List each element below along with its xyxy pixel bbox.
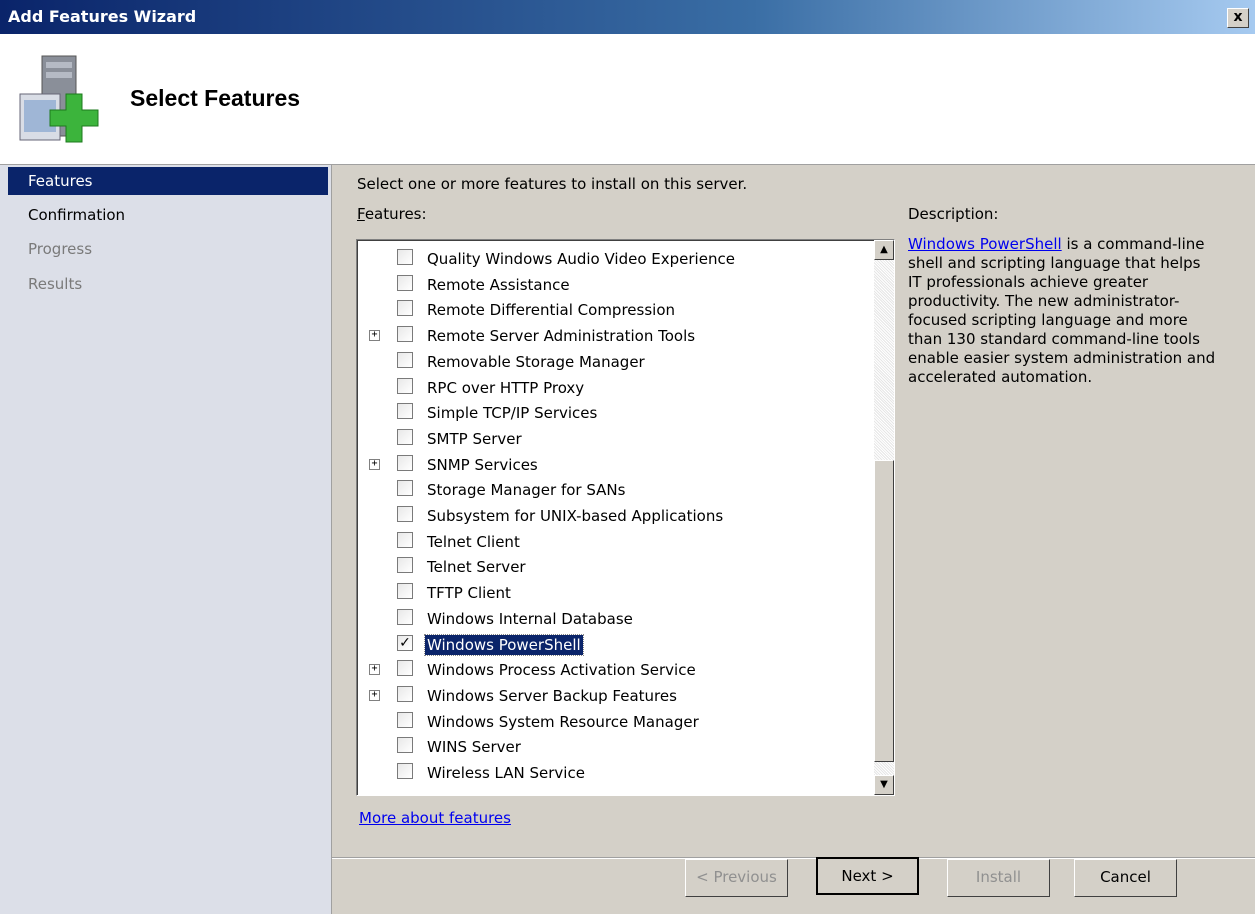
feature-label: Windows System Resource Manager [427, 712, 699, 731]
feature-checkbox[interactable] [397, 583, 413, 600]
title-bar: Add Features Wizard x [0, 0, 1255, 34]
feature-row[interactable]: Telnet Server [357, 554, 872, 580]
feature-label: Windows Internal Database [427, 609, 633, 628]
feature-row[interactable]: SMTP Server [357, 426, 872, 452]
feature-label: Telnet Server [427, 558, 526, 577]
nav-item-features[interactable]: Features [8, 167, 328, 195]
feature-label: Storage Manager for SANs [427, 481, 626, 500]
feature-label: Telnet Client [427, 532, 520, 551]
feature-label: Windows Server Backup Features [427, 686, 677, 705]
page-title: Select Features [130, 85, 301, 111]
feature-label: Remote Differential Compression [427, 301, 676, 320]
features-label: Features: [357, 205, 427, 223]
next-button[interactable]: Next > [816, 857, 919, 895]
previous-button[interactable]: < Previous [685, 859, 788, 897]
feature-label: Windows PowerShell [424, 633, 584, 656]
feature-checkbox[interactable] [397, 711, 413, 728]
feature-label: Remote Assistance [427, 275, 570, 294]
description-body: is a command-line shell and scripting la… [908, 235, 1216, 386]
feature-label: Wireless LAN Service [427, 764, 585, 782]
feature-checkbox[interactable] [397, 428, 413, 445]
feature-row[interactable]: + Windows Process Activation Service [357, 657, 872, 683]
feature-checkbox[interactable] [397, 763, 413, 779]
description-label: Description: [908, 205, 999, 223]
instruction-text: Select one or more features to install o… [357, 175, 748, 193]
feature-row[interactable]: + Remote Server Administration Tools [357, 323, 872, 349]
more-about-features-link[interactable]: More about features [359, 809, 511, 827]
scroll-up-button[interactable]: ▲ [874, 240, 894, 260]
features-list[interactable]: Wireless LAN Service WINS Server Windows S… [356, 239, 895, 796]
cancel-button[interactable]: Cancel [1074, 859, 1177, 897]
scroll-down-button[interactable]: ▼ [874, 775, 894, 795]
feature-checkbox[interactable] [397, 737, 413, 754]
feature-row[interactable]: WINS Server [357, 734, 872, 760]
feature-row[interactable]: Windows System Resource Manager [357, 709, 872, 735]
feature-label: Quality Windows Audio Video Experience [427, 250, 735, 268]
feature-checkbox[interactable] [397, 300, 413, 317]
feature-label: Windows Process Activation Service [427, 661, 696, 680]
feature-checkbox[interactable] [397, 480, 413, 497]
feature-row[interactable]: Subsystem for UNIX-based Applications [357, 503, 872, 529]
feature-row[interactable]: RPC over HTTP Proxy [357, 375, 872, 401]
server-add-icon [19, 55, 99, 143]
feature-checkbox[interactable] [397, 660, 413, 677]
feature-checkbox[interactable] [397, 531, 413, 548]
feature-label: SMTP Server [427, 429, 522, 448]
feature-checkbox[interactable]: ✓ [397, 634, 413, 651]
feature-checkbox[interactable] [397, 608, 413, 625]
feature-row[interactable]: + Windows Server Backup Features [357, 683, 872, 709]
feature-row[interactable]: Remote Assistance [357, 272, 872, 298]
feature-label: RPC over HTTP Proxy [427, 378, 585, 397]
feature-row[interactable]: Windows Internal Database [357, 606, 872, 632]
feature-checkbox[interactable] [397, 274, 413, 291]
feature-checkbox[interactable] [397, 403, 413, 420]
expand-icon[interactable]: + [369, 689, 380, 701]
feature-row[interactable]: Simple TCP/IP Services [357, 400, 872, 426]
nav-item-confirmation[interactable]: Confirmation [8, 201, 328, 229]
close-button[interactable]: x [1227, 8, 1249, 28]
feature-row[interactable]: Removable Storage Manager [357, 349, 872, 375]
expand-icon[interactable]: + [369, 458, 380, 470]
feature-label: TFTP Client [427, 584, 511, 603]
feature-label: WINS Server [427, 738, 521, 757]
description-link[interactable]: Windows PowerShell [908, 235, 1062, 253]
wizard-header: Select Features [0, 34, 1255, 165]
feature-label: Simple TCP/IP Services [427, 404, 598, 423]
feature-label: Subsystem for UNIX-based Applications [427, 507, 724, 525]
feature-label: SNMP Services [427, 455, 538, 474]
feature-row[interactable]: Remote Differential Compression [357, 297, 872, 323]
feature-row[interactable]: Quality Windows Audio Video Experience [357, 246, 872, 272]
wizard-steps-nav: Features Confirmation Progress Results [0, 165, 332, 914]
feature-row[interactable]: ✓ Windows PowerShell [357, 632, 872, 658]
feature-checkbox[interactable] [397, 506, 413, 522]
features-label-accelerator: F [357, 205, 365, 223]
feature-checkbox[interactable] [397, 454, 413, 471]
feature-checkbox[interactable] [397, 249, 413, 265]
expand-icon[interactable]: + [369, 330, 380, 342]
feature-checkbox[interactable] [397, 557, 413, 574]
feature-row[interactable]: Wireless LAN Service [357, 760, 872, 786]
feature-label: Removable Storage Manager [427, 352, 645, 371]
features-label-rest: eatures: [364, 205, 427, 223]
vertical-scrollbar[interactable]: ▲ ▼ [874, 240, 894, 795]
feature-checkbox[interactable] [397, 685, 413, 702]
feature-checkbox[interactable] [397, 377, 413, 394]
window-title: Add Features Wizard [8, 7, 197, 26]
scrollbar-thumb[interactable] [874, 460, 894, 762]
feature-label: Remote Server Administration Tools [427, 327, 696, 346]
expand-icon[interactable]: + [369, 664, 380, 676]
feature-row[interactable]: TFTP Client [357, 580, 872, 606]
main-content: Select one or more features to install o… [332, 165, 1255, 914]
feature-checkbox[interactable] [397, 326, 413, 343]
feature-row[interactable]: Telnet Client [357, 529, 872, 555]
nav-item-results: Results [28, 275, 83, 293]
description-text: Windows PowerShell is a command-line she… [908, 235, 1218, 387]
install-button[interactable]: Install [947, 859, 1050, 897]
feature-row[interactable]: Storage Manager for SANs [357, 477, 872, 503]
feature-checkbox[interactable] [397, 351, 413, 368]
feature-row[interactable]: + SNMP Services [357, 452, 872, 478]
nav-item-progress: Progress [28, 240, 93, 258]
